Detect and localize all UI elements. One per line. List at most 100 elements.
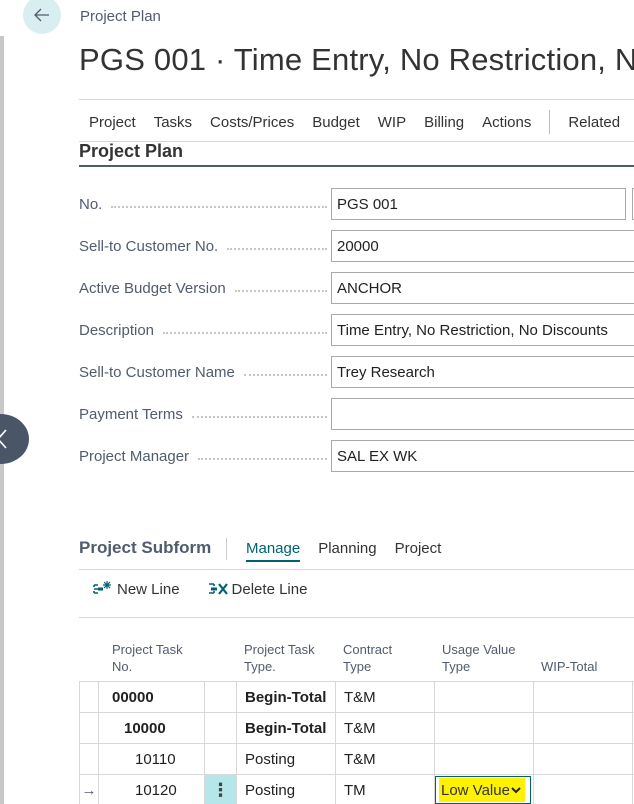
task-no-cell[interactable]: 00000 (99, 682, 205, 713)
field-label: Sell-to Customer Name (79, 363, 235, 381)
usage-value-type-cell[interactable] (435, 744, 534, 775)
tab-project[interactable]: Project (386, 540, 451, 557)
contract-type-cell[interactable]: T&M (336, 744, 435, 775)
title-separator (79, 99, 634, 100)
subform-actions-separator (79, 617, 634, 618)
delete-line-icon (208, 583, 228, 595)
subform-separator (79, 569, 634, 570)
action-related[interactable]: Related (559, 114, 629, 131)
field-description: Description Time Entry, No Restriction, … (79, 314, 634, 346)
row-indicator (79, 682, 99, 713)
task-type-cell[interactable]: Begin-Total (237, 682, 336, 713)
back-button[interactable] (23, 0, 61, 34)
row-actions-cell (205, 713, 237, 744)
collapse-panel-button[interactable] (0, 414, 29, 464)
breadcrumb: Project Plan (80, 8, 161, 25)
action-billing[interactable]: Billing (415, 114, 473, 131)
field-active-budget-version: Active Budget Version ANCHOR (79, 272, 634, 304)
page-title: PGS 001 · Time Entry, No Restriction, No… (79, 42, 634, 77)
field-label: Payment Terms (79, 405, 183, 423)
subform-title: Project Subform (79, 538, 212, 557)
contract-type-cell[interactable]: T&M (336, 682, 435, 713)
task-no-cell[interactable]: 10120 (99, 775, 205, 804)
contract-type-cell[interactable]: T&M (336, 713, 435, 744)
field-project-manager: Project Manager SAL EX WK (79, 440, 634, 472)
field-label: Project Manager (79, 447, 190, 465)
contract-type-cell[interactable]: TM (336, 775, 435, 804)
row-actions-cell (205, 682, 237, 713)
column-header-usage-value-type[interactable]: Usage Value Type (442, 641, 515, 675)
field-sell-to-customer-name: Sell-to Customer Name Trey Research (79, 356, 634, 388)
grid-header: Project Task No. Project Task Type. Cont… (79, 635, 634, 681)
field-label: Description (79, 321, 155, 339)
table-row[interactable]: → 10120 ⋮ Posting TM Low Value (79, 775, 634, 804)
new-line-label: New Line (117, 580, 180, 598)
action-project[interactable]: Project (79, 114, 145, 131)
active-budget-version-input[interactable]: ANCHOR (331, 272, 634, 304)
select-value: Low Value (441, 781, 509, 799)
section-rule (79, 165, 634, 167)
task-type-cell[interactable]: Begin-Total (237, 713, 336, 744)
task-no-cell[interactable]: 10110 (99, 744, 205, 775)
chevron-left-icon (0, 429, 7, 449)
leader-dots (111, 206, 327, 208)
subform-actions: New Line Delete Line (79, 580, 321, 598)
row-actions-button[interactable]: ⋮ (205, 775, 237, 804)
section-title: Project Plan (79, 141, 184, 161)
tab-manage[interactable]: Manage (237, 540, 309, 562)
table-row[interactable]: 10110 Posting T&M (79, 744, 634, 775)
task-type-cell[interactable]: Posting (237, 744, 336, 775)
column-header-task-no[interactable]: Project Task No. (112, 641, 183, 675)
field-label: Sell-to Customer No. (79, 237, 219, 255)
project-manager-input[interactable]: SAL EX WK (331, 440, 634, 472)
sell-to-customer-no-input[interactable]: 20000 (331, 230, 634, 262)
action-tasks[interactable]: Tasks (145, 114, 201, 131)
field-label: No. (79, 195, 103, 213)
chevron-down-icon (511, 787, 521, 794)
usage-value-type-cell[interactable]: Low Value (435, 775, 534, 804)
wip-total-cell[interactable] (534, 713, 633, 744)
new-line-icon (93, 581, 111, 594)
subform-divider (226, 538, 227, 560)
task-type-cell[interactable]: Posting (237, 775, 336, 804)
payment-terms-input[interactable] (331, 398, 634, 430)
left-edge-strip-top (0, 0, 4, 36)
row-actions-cell (205, 744, 237, 775)
field-label: Active Budget Version (79, 279, 226, 297)
wip-total-cell[interactable] (534, 775, 633, 804)
field-sell-to-customer-no: Sell-to Customer No. 20000 (79, 230, 634, 262)
leader-dots (198, 458, 327, 460)
no-input[interactable]: PGS 001 (331, 188, 626, 220)
table-row[interactable]: 00000 Begin-Total T&M (79, 682, 634, 713)
leader-dots (191, 416, 327, 418)
table-row[interactable]: 10000 Begin-Total T&M (79, 713, 634, 744)
action-wip[interactable]: WIP (369, 114, 415, 131)
row-indicator (79, 744, 99, 775)
usage-value-type-select[interactable]: Low Value (435, 776, 531, 804)
field-no: No. PGS 001 (79, 188, 634, 220)
usage-value-type-cell[interactable] (435, 682, 534, 713)
wip-total-cell[interactable] (534, 744, 633, 775)
row-indicator (79, 713, 99, 744)
action-budget[interactable]: Budget (303, 114, 369, 131)
subform-tabs: Manage Planning Project (237, 540, 451, 562)
action-divider (549, 110, 551, 134)
new-line-button[interactable]: New Line (93, 580, 180, 598)
row-indicator: → (79, 775, 99, 804)
delete-line-button[interactable]: Delete Line (208, 580, 307, 598)
sell-to-customer-name-input[interactable]: Trey Research (331, 356, 634, 388)
column-header-wip-total[interactable]: WIP-Total (541, 658, 597, 675)
column-header-contract-type[interactable]: Contract Type (343, 641, 392, 675)
leader-dots (234, 290, 327, 292)
action-costs-prices[interactable]: Costs/Prices (201, 114, 303, 131)
task-no-cell[interactable]: 10000 (99, 713, 205, 744)
usage-value-type-cell[interactable] (435, 713, 534, 744)
arrow-left-icon (34, 8, 49, 22)
column-header-task-type[interactable]: Project Task Type. (244, 641, 315, 675)
description-input[interactable]: Time Entry, No Restriction, No Discounts (331, 314, 634, 346)
tab-planning[interactable]: Planning (309, 540, 385, 557)
action-actions[interactable]: Actions (473, 114, 540, 131)
leader-dots (243, 374, 327, 376)
field-payment-terms: Payment Terms (79, 398, 634, 430)
wip-total-cell[interactable] (534, 682, 633, 713)
